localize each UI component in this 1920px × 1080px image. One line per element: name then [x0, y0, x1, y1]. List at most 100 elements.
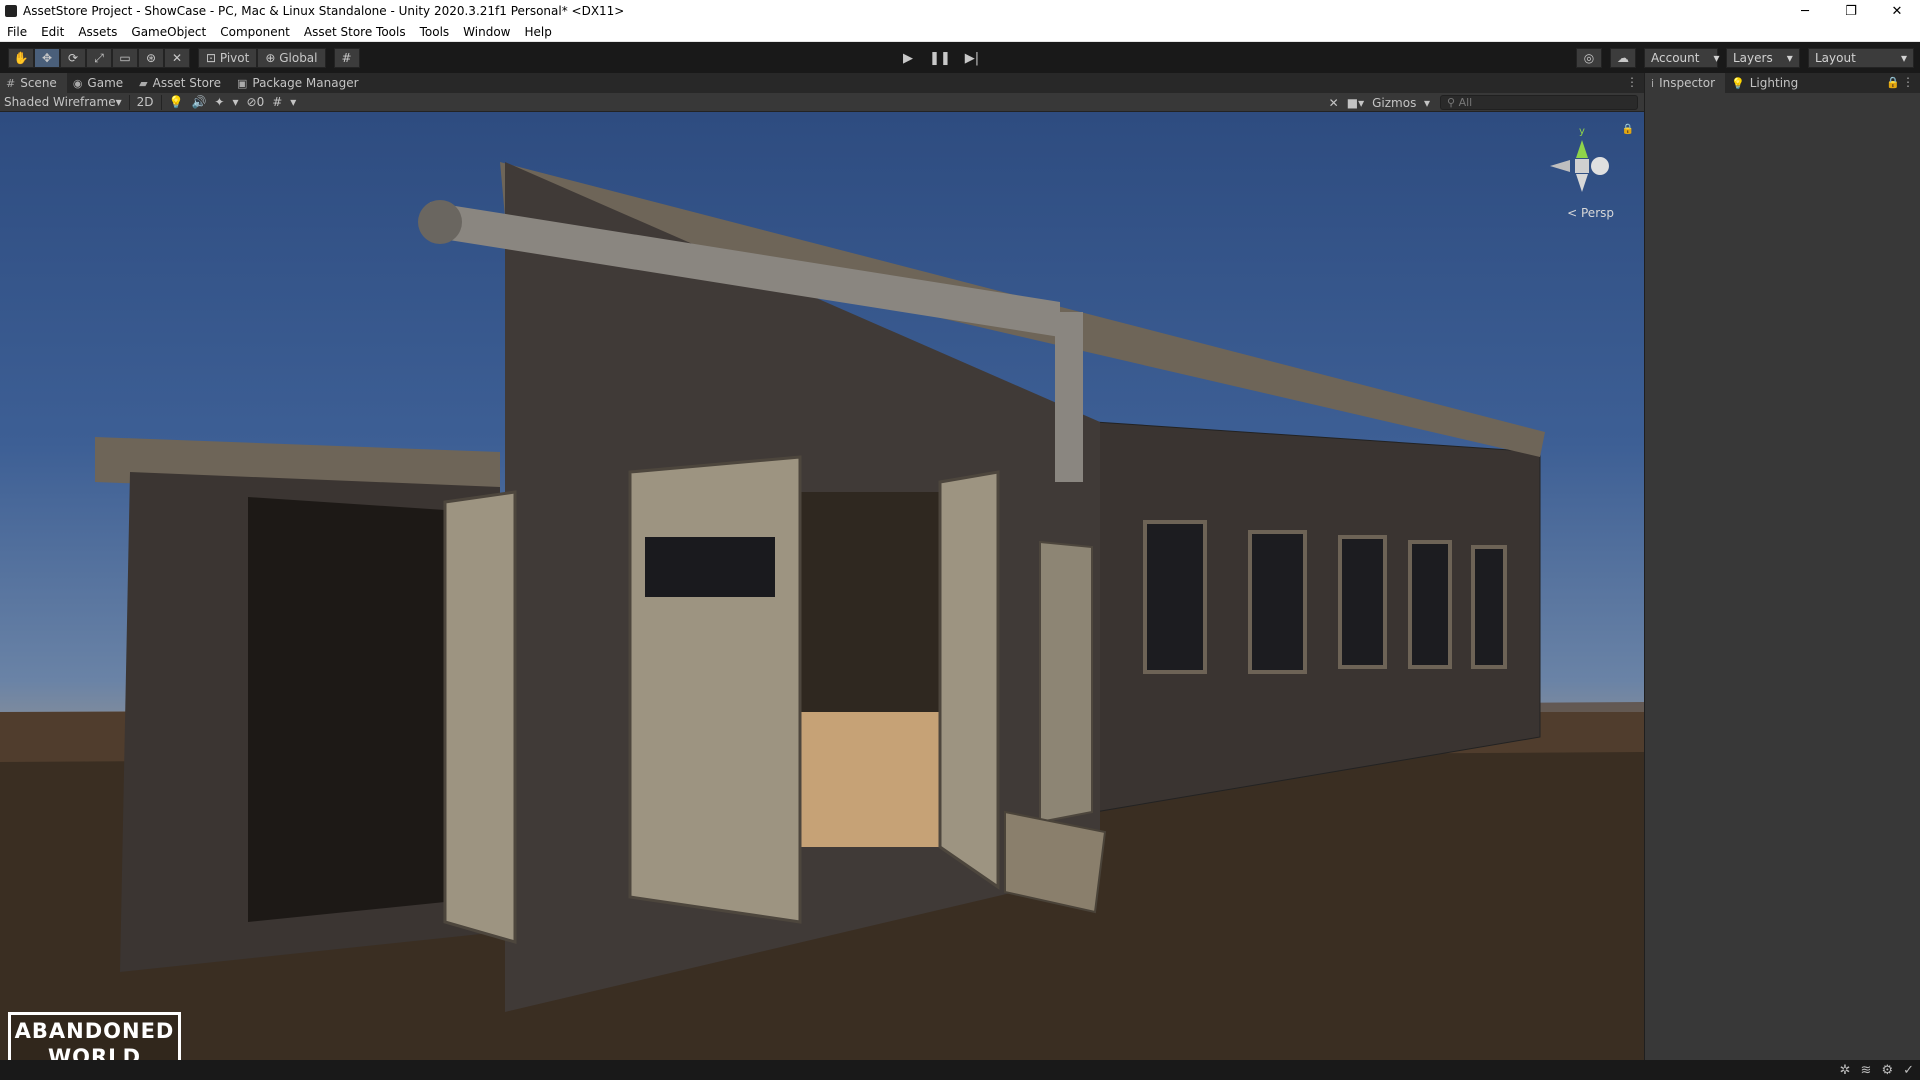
menu-asset-store-tools[interactable]: Asset Store Tools — [297, 25, 413, 39]
scene-view-toolbar: Shaded Wireframe ▾ 2D 💡 🔊 ✦ ▾ ⊘ 0 # ▾ ✕ ■▾… — [0, 93, 1644, 112]
account-label: Account — [1651, 51, 1700, 65]
scene-render — [0, 162, 1644, 1060]
camera-icon[interactable]: ■▾ — [1343, 93, 1368, 112]
play-controls: ▶ ❚❚ ▶| — [892, 48, 988, 68]
projection-toggle[interactable]: < Persp — [1567, 206, 1614, 220]
scene-viewport[interactable]: y 🔒 < Persp ABANDONED WORLD — [0, 112, 1644, 1060]
orientation-gizmo[interactable]: y — [1542, 122, 1622, 212]
lighting-toggle-icon[interactable]: 💡 — [165, 93, 188, 112]
pivot-toggle[interactable]: ⊡ Pivot — [198, 48, 258, 68]
gizmo-center — [1575, 159, 1589, 173]
tab-label: Game — [87, 76, 124, 90]
menu-assets[interactable]: Assets — [71, 25, 124, 39]
scene-tab-row: # Scene ◉ Game ▰ Asset Store ▣ Package Manag… — [0, 73, 1644, 93]
minimize-icon[interactable]: ─ — [1782, 0, 1828, 22]
step-button[interactable]: ▶| — [956, 48, 988, 68]
snap-group: # — [333, 48, 360, 68]
menu-help[interactable]: Help — [518, 25, 559, 39]
restore-icon[interactable]: ❐ — [1828, 0, 1874, 22]
game-icon: ◉ — [72, 76, 83, 90]
dropdown-arrow-icon: ▾ — [1713, 51, 1720, 65]
left-big-door — [628, 455, 802, 924]
hidden-objects-toggle[interactable]: ⊘ 0 — [243, 93, 269, 112]
y-axis-cone — [1576, 140, 1588, 158]
effects-toggle-icon[interactable]: ✦ — [210, 93, 228, 112]
window — [1338, 535, 1387, 669]
custom-tool-icon[interactable]: ✕ — [164, 48, 190, 68]
close-icon[interactable]: ✕ — [1874, 0, 1920, 22]
tab-package-manager[interactable]: ▣ Package Manager — [231, 73, 369, 93]
info-icon: i — [1651, 76, 1655, 90]
lock-icon[interactable]: 🔒 — [1886, 76, 1900, 89]
grid-dropdown-icon[interactable]: ▾ — [286, 93, 300, 112]
tools-icon[interactable]: ✕ — [1325, 93, 1343, 112]
window — [1408, 540, 1452, 669]
tab-label: Asset Store — [152, 76, 221, 90]
tab-game[interactable]: ◉ Game — [67, 73, 133, 93]
move-tool-icon[interactable]: ✥ — [34, 48, 60, 68]
window-controls: ─ ❐ ✕ — [1782, 0, 1920, 22]
settings-icon[interactable]: ⚙ — [1881, 1063, 1893, 1078]
menu-component[interactable]: Component — [213, 25, 297, 39]
tab-label: Inspector — [1659, 76, 1716, 90]
search-icon: ⚲ — [1447, 96, 1459, 109]
window-title: AssetStore Project - ShowCase - PC, Mac … — [23, 4, 625, 18]
menu-window[interactable]: Window — [456, 25, 517, 39]
transform-tool-icon[interactable]: ⊛ — [138, 48, 164, 68]
asset-store-icon: ▰ — [139, 76, 148, 90]
menu-gameobject[interactable]: GameObject — [124, 25, 213, 39]
menu-edit[interactable]: Edit — [34, 25, 71, 39]
check-icon[interactable]: ✓ — [1903, 1063, 1914, 1078]
tab-scene[interactable]: # Scene — [0, 73, 67, 93]
pause-button[interactable]: ❚❚ — [924, 48, 956, 68]
effects-dropdown-icon[interactable]: ▾ — [228, 93, 242, 112]
scene-right-tools: ✕ ■▾ Gizmos ▾ — [1325, 93, 1434, 112]
dropdown-arrow-icon: ▾ — [115, 95, 122, 109]
logo-line-2: WORLD — [48, 1045, 141, 1060]
eye-slash-icon: ⊘ — [246, 95, 257, 109]
draw-mode-dropdown[interactable]: Shaded Wireframe ▾ — [0, 93, 126, 112]
layers-label: Layers — [1733, 51, 1773, 65]
2d-toggle[interactable]: 2D — [133, 93, 158, 112]
menu-file[interactable]: File — [0, 25, 34, 39]
grid-snap-icon[interactable]: # — [333, 48, 360, 68]
global-toggle[interactable]: ⊕ Global — [257, 48, 326, 68]
collab-icon[interactable]: ◎ — [1576, 48, 1602, 68]
hand-tool-icon[interactable]: ✋ — [8, 48, 34, 68]
neg-y-axis-cone — [1576, 174, 1588, 192]
tab-lighting[interactable]: 💡 Lighting — [1725, 73, 1808, 93]
inspector-menu-icon[interactable]: ⋮ — [1902, 75, 1914, 89]
window-titlebar: AssetStore Project - ShowCase - PC, Mac … — [0, 0, 1920, 22]
pivot-icon: ⊡ — [206, 51, 220, 65]
interior-floor — [800, 712, 940, 847]
right-big-door — [938, 470, 1000, 890]
draw-mode-label: Shaded Wireframe — [4, 95, 116, 109]
audio-toggle-icon[interactable]: 🔊 — [187, 93, 210, 112]
debug-icon[interactable]: ✲ — [1840, 1063, 1851, 1078]
account-dropdown[interactable]: Account ▾ — [1644, 48, 1720, 68]
globe-icon: ⊕ — [265, 51, 280, 65]
cloud-icon[interactable]: ☁ — [1610, 48, 1636, 68]
menu-tools[interactable]: Tools — [413, 25, 457, 39]
play-button[interactable]: ▶ — [892, 48, 924, 68]
gizmo-lock-icon[interactable]: 🔒 — [1622, 124, 1634, 135]
search-placeholder: All — [1458, 96, 1473, 109]
tab-asset-store[interactable]: ▰ Asset Store — [133, 73, 231, 93]
layers-status-icon[interactable]: ≋ — [1861, 1063, 1872, 1078]
handle-toggles: ⊡ Pivot ⊕ Global — [198, 48, 326, 68]
gizmos-dropdown[interactable]: Gizmos ▾ — [1368, 93, 1434, 112]
rotate-tool-icon[interactable]: ⟳ — [60, 48, 86, 68]
pipe-elbow — [418, 200, 462, 244]
window — [1471, 545, 1507, 669]
tab-menu-icon[interactable]: ⋮ — [1626, 75, 1638, 89]
tab-inspector[interactable]: i Inspector — [1645, 73, 1726, 93]
layout-dropdown[interactable]: Layout ▾ — [1808, 48, 1914, 68]
scale-tool-icon[interactable]: ⤢ — [86, 48, 112, 68]
scene-search-input[interactable]: ⚲ All — [1440, 95, 1638, 110]
grid-toggle-icon[interactable]: # — [268, 93, 286, 112]
inspector-tabs: i Inspector 💡 Lighting — [1645, 73, 1920, 93]
projection-label: Persp — [1581, 206, 1614, 220]
layers-dropdown[interactable]: Layers ▾ — [1726, 48, 1800, 68]
neg-x-axis-cone — [1550, 160, 1570, 172]
rect-tool-icon[interactable]: ▭ — [112, 48, 138, 68]
